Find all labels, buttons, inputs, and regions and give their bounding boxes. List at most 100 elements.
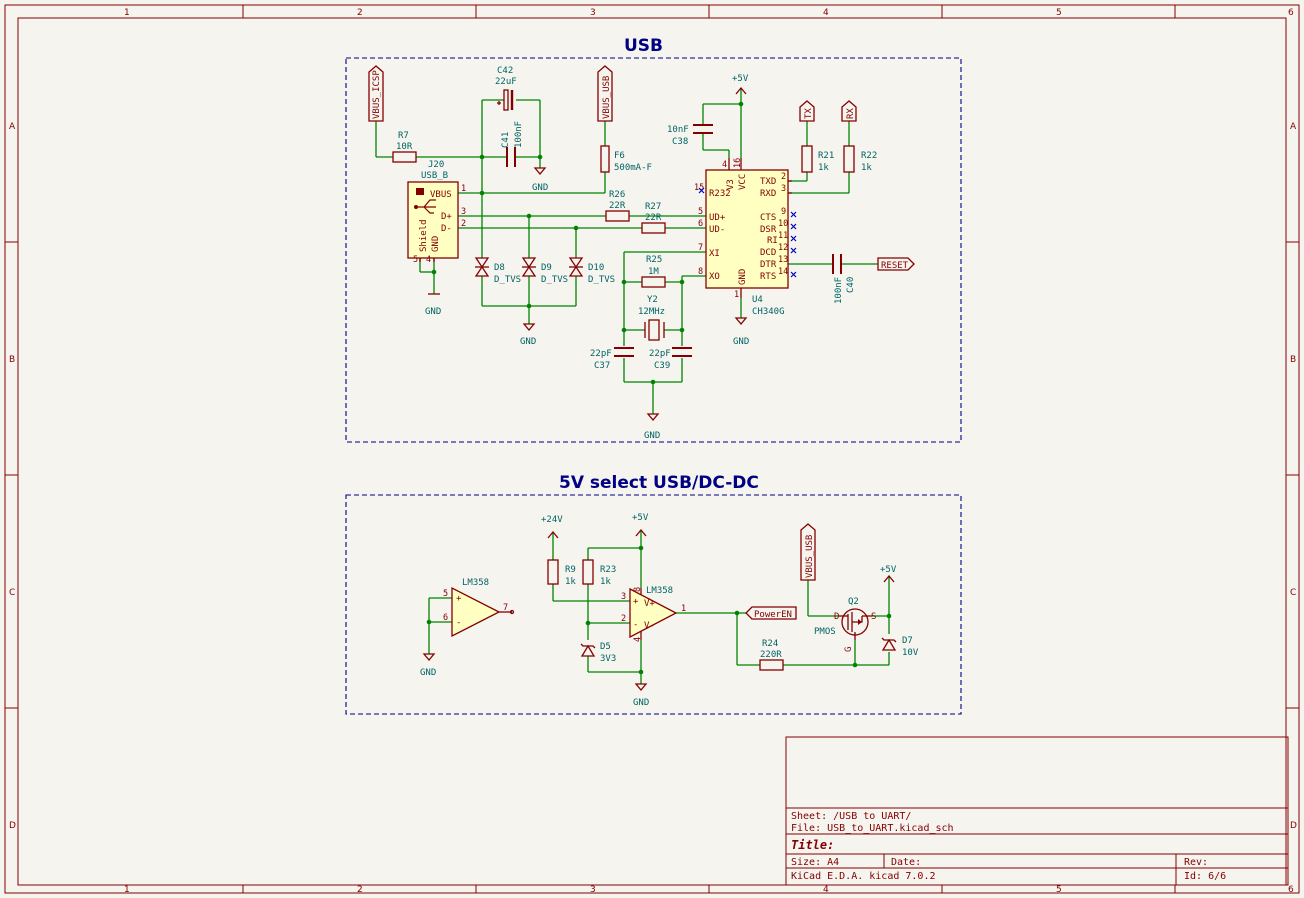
- power-24v-symbol: +24V: [541, 515, 563, 539]
- row-label: B: [1290, 355, 1296, 365]
- u4-pin5: 5: [698, 207, 703, 217]
- d7-ref: D7: [902, 636, 913, 646]
- u4-pin12: 12: [778, 243, 788, 253]
- u4-pin6: 6: [698, 219, 703, 229]
- u4-udp: UD+: [709, 213, 726, 223]
- p5v-label: +5V: [732, 74, 749, 84]
- row-label: C: [9, 588, 15, 598]
- col-label: 2: [357, 8, 363, 18]
- tx-label: TX: [799, 100, 815, 122]
- r9-val: 1k: [565, 577, 576, 587]
- u4-pin16: 16: [733, 158, 743, 168]
- lm358b-pin4: 4: [633, 637, 643, 642]
- schematic-sheet: 1 2 3 4 5 6 1 2 3 4 5 6 A B C D A B C D …: [4, 4, 1300, 895]
- net-label-tx: TX: [804, 108, 814, 119]
- gnd-symbol: GND: [420, 653, 436, 678]
- q2-d: D: [834, 612, 839, 622]
- opamp-lm358-a: + - LM358 5 6 7: [443, 578, 515, 638]
- u4-pin11: 11: [778, 231, 788, 241]
- r7-ref: R7: [398, 131, 409, 141]
- u4-xi: XI: [709, 249, 720, 259]
- resistor-r21: R21 1k: [801, 145, 834, 173]
- y2-val: 12MHz: [638, 307, 665, 317]
- u4-pin8: 8: [698, 267, 703, 277]
- sheet-border: [4, 4, 1300, 894]
- c39-val: 22pF: [649, 349, 671, 359]
- resistor-r23: R23 1k: [582, 559, 616, 587]
- r25-val: 1M: [648, 267, 659, 277]
- capacitor-c40: 100nF C40: [832, 254, 856, 304]
- net-label-vbus-usb: VBUS_USB: [805, 535, 815, 578]
- u4-pin1: 1: [734, 290, 739, 300]
- col-label: 1: [124, 885, 130, 895]
- u4-pin14: 14: [778, 267, 788, 277]
- r27-ref: R27: [645, 202, 661, 212]
- r22-val: 1k: [861, 163, 872, 173]
- col-label: 1: [124, 8, 130, 18]
- gnd-symbol: GND: [644, 413, 660, 441]
- title-block: Sheet: /USB to UART/ File: USB_to_UART.k…: [785, 736, 1289, 886]
- d7-val: 10V: [902, 648, 919, 658]
- resistor-r26: R26 22R: [605, 190, 630, 222]
- group-title-usb: USB: [624, 36, 663, 56]
- capacitor-c38: 10nF C38: [667, 124, 713, 147]
- u4-pin4: 4: [722, 160, 727, 170]
- r25-ref: R25: [646, 255, 662, 265]
- c41-val: 100nF: [514, 121, 524, 148]
- c41-ref: C41: [501, 132, 511, 148]
- row-label: D: [9, 821, 16, 831]
- r23-ref: R23: [600, 565, 616, 575]
- d10-val: D_TVS: [588, 275, 615, 285]
- capacitor-c37: 22pF C37: [590, 347, 634, 371]
- resistor-r9: R9 1k: [547, 559, 576, 587]
- j20-pin3: 3: [461, 207, 466, 217]
- reset-label: RESET: [877, 257, 915, 271]
- r27-val: 22R: [645, 213, 662, 223]
- c42-val: 22uF: [495, 77, 517, 87]
- gnd-label: GND: [425, 307, 441, 317]
- row-label: C: [1290, 588, 1296, 598]
- u4-ref: U4: [752, 295, 763, 305]
- r26-ref: R26: [609, 190, 625, 200]
- col-label: 3: [590, 8, 596, 18]
- gnd-symbol: GND: [425, 293, 441, 317]
- j20-val: USB_B: [421, 171, 448, 181]
- col-label: 5: [1056, 885, 1062, 895]
- net-label-reset: RESET: [881, 261, 909, 271]
- r26-val: 22R: [609, 201, 626, 211]
- col-label: 6: [1288, 8, 1294, 18]
- j20-pin4: 4: [426, 255, 431, 265]
- lm358b-ref: LM358: [646, 586, 673, 596]
- tb-rev: Rev:: [1184, 857, 1208, 868]
- q2-ref: Q2: [848, 597, 859, 607]
- u4-pin2: 2: [781, 172, 786, 182]
- q2-val: PMOS: [814, 627, 836, 637]
- p5v-label: +5V: [632, 513, 649, 523]
- y2-ref: Y2: [647, 295, 658, 305]
- c42-ref: C42: [497, 66, 513, 76]
- row-label: B: [9, 355, 15, 365]
- zener-diode-d5: D5 3V3: [580, 642, 616, 664]
- gnd-label: GND: [644, 431, 660, 441]
- opamp-plus: +: [633, 597, 639, 607]
- resistor-r7: R7 10R: [392, 131, 417, 163]
- j20-gnd: GND: [431, 236, 441, 252]
- gnd-label: GND: [733, 337, 749, 347]
- tb-size: Size: A4: [791, 857, 839, 868]
- u4-v3: V3: [726, 179, 736, 190]
- d8-ref: D8: [494, 263, 505, 273]
- col-label: 4: [823, 885, 829, 895]
- resistor-r25: R25 1M: [641, 255, 666, 288]
- r21-val: 1k: [818, 163, 829, 173]
- powerEN-label: PowerEN: [745, 606, 797, 620]
- lm358a-ref: LM358: [462, 578, 489, 588]
- q2-s: S: [871, 612, 876, 622]
- net-label-rx: RX: [846, 108, 856, 119]
- d5-val: 3V3: [600, 654, 616, 664]
- capacitor-c41: C41 100nF: [501, 121, 524, 167]
- j20-vbus: VBUS: [430, 190, 452, 200]
- c40-val: 100nF: [834, 277, 844, 304]
- pmos-q2: Q2 PMOS D S G: [814, 597, 876, 652]
- p24v-label: +24V: [541, 515, 563, 525]
- group-title-select: 5V select USB/DC-DC: [559, 473, 759, 493]
